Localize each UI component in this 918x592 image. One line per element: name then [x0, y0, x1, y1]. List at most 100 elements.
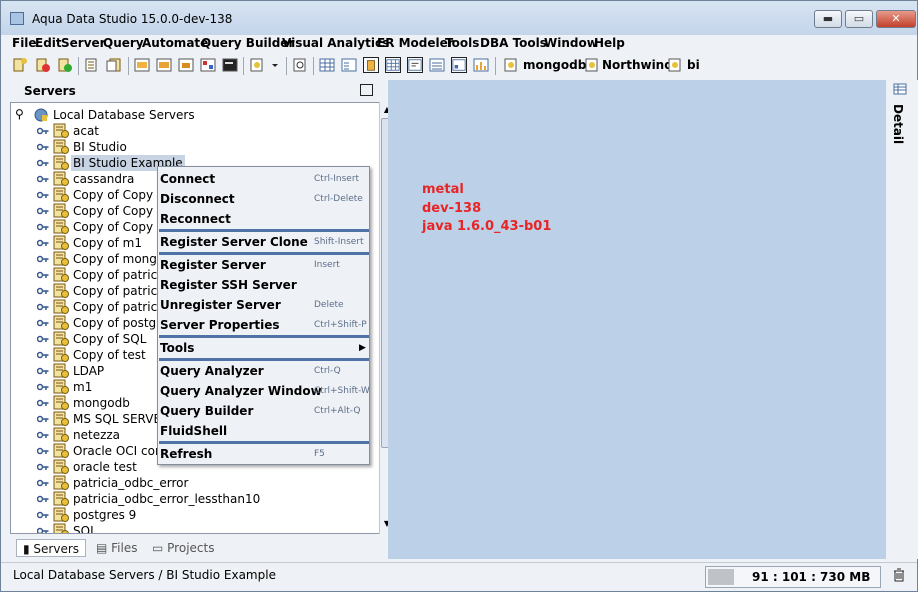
- database-server-icon: [53, 379, 69, 394]
- ctx-query-analyzer[interactable]: Query Analyzer Ctrl-Q: [159, 361, 369, 381]
- key-icon[interactable]: [37, 126, 49, 136]
- server-label: Copy of m1: [73, 236, 142, 250]
- key-icon[interactable]: [37, 302, 49, 312]
- ctx-fluidshell[interactable]: FluidShell: [159, 421, 369, 441]
- close-button[interactable]: ✕: [876, 10, 916, 28]
- key-icon[interactable]: [37, 318, 49, 328]
- ctx-unregister-server[interactable]: Unregister Server Delete: [159, 295, 369, 315]
- pivot-view-icon[interactable]: [451, 57, 467, 73]
- detail-table-icon[interactable]: [893, 83, 907, 95]
- key-icon[interactable]: [37, 462, 49, 472]
- tab-projects[interactable]: ▭ Projects: [152, 539, 214, 557]
- ctx-register-server[interactable]: Register Server Insert: [159, 255, 369, 275]
- key-icon[interactable]: [37, 334, 49, 344]
- key-icon[interactable]: [37, 142, 49, 152]
- menu-automate[interactable]: Automate: [142, 36, 208, 50]
- key-icon[interactable]: [37, 510, 49, 520]
- script-icon[interactable]: [249, 57, 265, 73]
- expand-icon[interactable]: ⚲: [15, 107, 24, 121]
- table-view-icon[interactable]: [319, 57, 335, 73]
- connection-icon: [504, 58, 517, 72]
- memory-bar: [708, 569, 734, 585]
- connection-bi[interactable]: bi: [687, 58, 700, 72]
- tab-label: Projects: [167, 541, 215, 555]
- ctx-query-builder[interactable]: Query Builder Ctrl+Alt-Q: [159, 401, 369, 421]
- key-icon[interactable]: [37, 478, 49, 488]
- key-icon[interactable]: [37, 430, 49, 440]
- schema-icon[interactable]: [200, 57, 216, 73]
- menu-file[interactable]: File: [12, 36, 37, 50]
- ctx-disconnect[interactable]: Disconnect Ctrl-Delete: [159, 189, 369, 209]
- menu-visual-analytics[interactable]: Visual Analytics: [282, 36, 389, 50]
- key-icon[interactable]: [37, 414, 49, 424]
- memory-indicator[interactable]: 91 : 101 : 730 MB: [705, 566, 881, 588]
- grid-view-icon[interactable]: [385, 57, 401, 73]
- submenu-arrow-icon: ▶: [359, 343, 366, 353]
- ctx-query-analyzer-window[interactable]: Query Analyzer Window Ctrl+Shift-W: [159, 381, 370, 401]
- server-properties-icon[interactable]: [84, 57, 100, 73]
- ctx-register-ssh-server[interactable]: Register SSH Server: [159, 275, 369, 295]
- key-icon[interactable]: [37, 398, 49, 408]
- connect-server-icon[interactable]: [57, 57, 73, 73]
- maximize-panel-icon[interactable]: [360, 84, 373, 96]
- key-icon[interactable]: [37, 158, 49, 168]
- files-tab-icon: ▤: [96, 541, 112, 555]
- ctx-server-properties[interactable]: Server Properties Ctrl+Shift-P: [159, 315, 369, 335]
- menu-query-builder[interactable]: Query Builder: [201, 36, 294, 50]
- menu-help[interactable]: Help: [594, 36, 625, 50]
- key-icon[interactable]: [37, 270, 49, 280]
- connection-mongodb[interactable]: mongodb: [523, 58, 586, 72]
- chevron-down-icon[interactable]: [270, 57, 280, 73]
- ctx-refresh[interactable]: Refresh F5: [159, 444, 369, 464]
- menu-dba-tools[interactable]: DBA Tools: [480, 36, 547, 50]
- key-icon[interactable]: [37, 446, 49, 456]
- key-icon[interactable]: [37, 526, 49, 534]
- menu-er-modeler[interactable]: ER Modeler: [377, 36, 454, 50]
- tab-files[interactable]: ▤ Files: [96, 539, 138, 557]
- server-label: Copy of SQL: [73, 332, 147, 346]
- key-icon[interactable]: [37, 494, 49, 504]
- query-window-icon[interactable]: [156, 57, 172, 73]
- key-icon[interactable]: [37, 238, 49, 248]
- minimize-button[interactable]: ▬: [814, 10, 842, 28]
- query-analyzer-icon[interactable]: [134, 57, 150, 73]
- key-icon[interactable]: [37, 222, 49, 232]
- server-view-icon[interactable]: [363, 57, 379, 73]
- tab-label: Files: [111, 541, 138, 555]
- key-icon[interactable]: [37, 382, 49, 392]
- ctx-register-server-clone[interactable]: Register Server Clone Shift-Insert: [159, 232, 369, 252]
- delete-server-icon[interactable]: [35, 57, 51, 73]
- detail-tab-label[interactable]: Detail: [891, 104, 905, 144]
- connection-northwind[interactable]: Northwind: [602, 58, 673, 72]
- server-clone-icon[interactable]: [106, 57, 122, 73]
- key-icon[interactable]: [37, 286, 49, 296]
- key-icon[interactable]: [37, 190, 49, 200]
- key-icon[interactable]: [37, 366, 49, 376]
- server-label: cassandra: [73, 172, 135, 186]
- trash-icon[interactable]: [893, 568, 905, 582]
- tab-servers[interactable]: ▮ Servers: [16, 539, 87, 557]
- query-builder-icon[interactable]: [178, 57, 194, 73]
- key-icon[interactable]: [37, 206, 49, 216]
- menu-tools[interactable]: Tools: [445, 36, 479, 50]
- menu-window[interactable]: Window: [544, 36, 598, 50]
- new-server-icon[interactable]: [12, 57, 28, 73]
- chart-view-icon[interactable]: [473, 57, 489, 73]
- menu-edit[interactable]: Edit: [35, 36, 62, 50]
- menu-query[interactable]: Query: [103, 36, 144, 50]
- key-icon[interactable]: [37, 254, 49, 264]
- menu-server[interactable]: Server: [61, 36, 106, 50]
- text-view-icon[interactable]: [429, 57, 445, 73]
- ctx-tools[interactable]: Tools ▶: [159, 338, 369, 358]
- key-icon[interactable]: [37, 350, 49, 360]
- maximize-button[interactable]: ▭: [845, 10, 873, 28]
- explain-view-icon[interactable]: [407, 57, 423, 73]
- ctx-connect[interactable]: Connect Ctrl-Insert: [159, 169, 369, 189]
- database-server-icon: [53, 187, 69, 202]
- ctx-reconnect[interactable]: Reconnect: [159, 209, 369, 229]
- key-icon[interactable]: [37, 174, 49, 184]
- ctx-label: Refresh: [160, 447, 213, 461]
- find-icon[interactable]: [292, 57, 308, 73]
- shell-icon[interactable]: [222, 57, 238, 73]
- form-view-icon[interactable]: [341, 57, 357, 73]
